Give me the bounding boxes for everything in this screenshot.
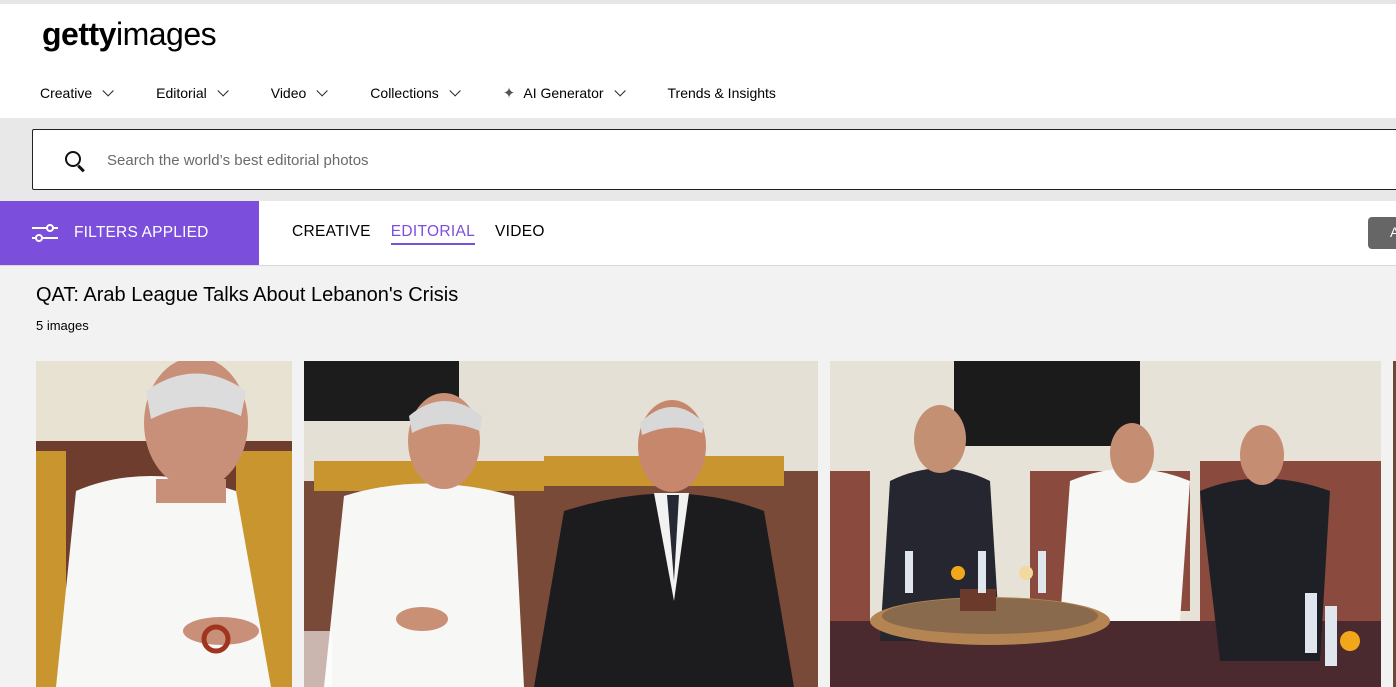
tab-creative[interactable]: CREATIVE — [292, 223, 371, 245]
tab-video[interactable]: VIDEO — [495, 223, 545, 245]
search-input[interactable] — [107, 148, 1007, 172]
sliders-icon — [32, 223, 58, 243]
search-bar-area — [0, 118, 1396, 201]
tab-editorial[interactable]: EDITORIAL — [390, 223, 476, 245]
sparkle-icon: ✦ — [502, 85, 516, 102]
nav-trends-label: Trends & Insights — [667, 85, 776, 101]
nav-trends-insights[interactable]: Trends & Insights — [668, 85, 776, 101]
photo-thumbnail-3[interactable] — [830, 361, 1381, 687]
asset-type-tabs: CREATIVE EDITORIAL VIDEO — [292, 223, 565, 245]
logo-light-text: images — [115, 16, 217, 52]
image-count: 5 images — [36, 318, 89, 333]
filters-applied-button[interactable]: FILTERS APPLIED — [0, 201, 259, 265]
photo-thumbnail-2[interactable] — [304, 361, 818, 687]
main-nav: Creative Editorial Video Collections ✦ AI… — [40, 84, 822, 102]
right-action-button[interactable]: A — [1368, 217, 1396, 249]
photo-1-image — [36, 361, 292, 687]
chevron-down-icon — [449, 85, 461, 97]
chevron-down-icon — [316, 85, 329, 97]
logo-bold-text: getty — [42, 16, 116, 52]
nav-collections[interactable]: Collections — [370, 85, 461, 101]
photo-thumbnail-1[interactable] — [36, 361, 292, 687]
photo-3-image — [830, 361, 1381, 687]
nav-ai-generator[interactable]: ✦ AI Generator — [502, 84, 626, 102]
search-icon[interactable] — [65, 151, 81, 167]
search-box[interactable] — [32, 129, 1396, 190]
header: gettyimages Creative Editorial Video Col… — [0, 0, 1396, 118]
nav-video[interactable]: Video — [270, 85, 329, 101]
getty-images-logo[interactable]: gettyimages — [42, 16, 217, 53]
filter-bar: FILTERS APPLIED CREATIVE EDITORIAL VIDEO… — [0, 201, 1396, 266]
nav-creative[interactable]: Creative — [40, 85, 114, 101]
nav-editorial[interactable]: Editorial — [156, 85, 229, 101]
chevron-down-icon — [217, 85, 229, 97]
photo-2-image — [304, 361, 818, 687]
event-title: QAT: Arab League Talks About Lebanon's C… — [36, 284, 459, 306]
filters-applied-label: FILTERS APPLIED — [74, 224, 209, 241]
nav-editorial-label: Editorial — [156, 85, 207, 101]
chevron-down-icon — [102, 85, 114, 97]
nav-creative-label: Creative — [40, 85, 93, 101]
nav-ai-generator-label: AI Generator — [523, 85, 604, 101]
nav-video-label: Video — [270, 85, 307, 101]
nav-collections-label: Collections — [370, 85, 439, 101]
chevron-down-icon — [613, 85, 626, 97]
